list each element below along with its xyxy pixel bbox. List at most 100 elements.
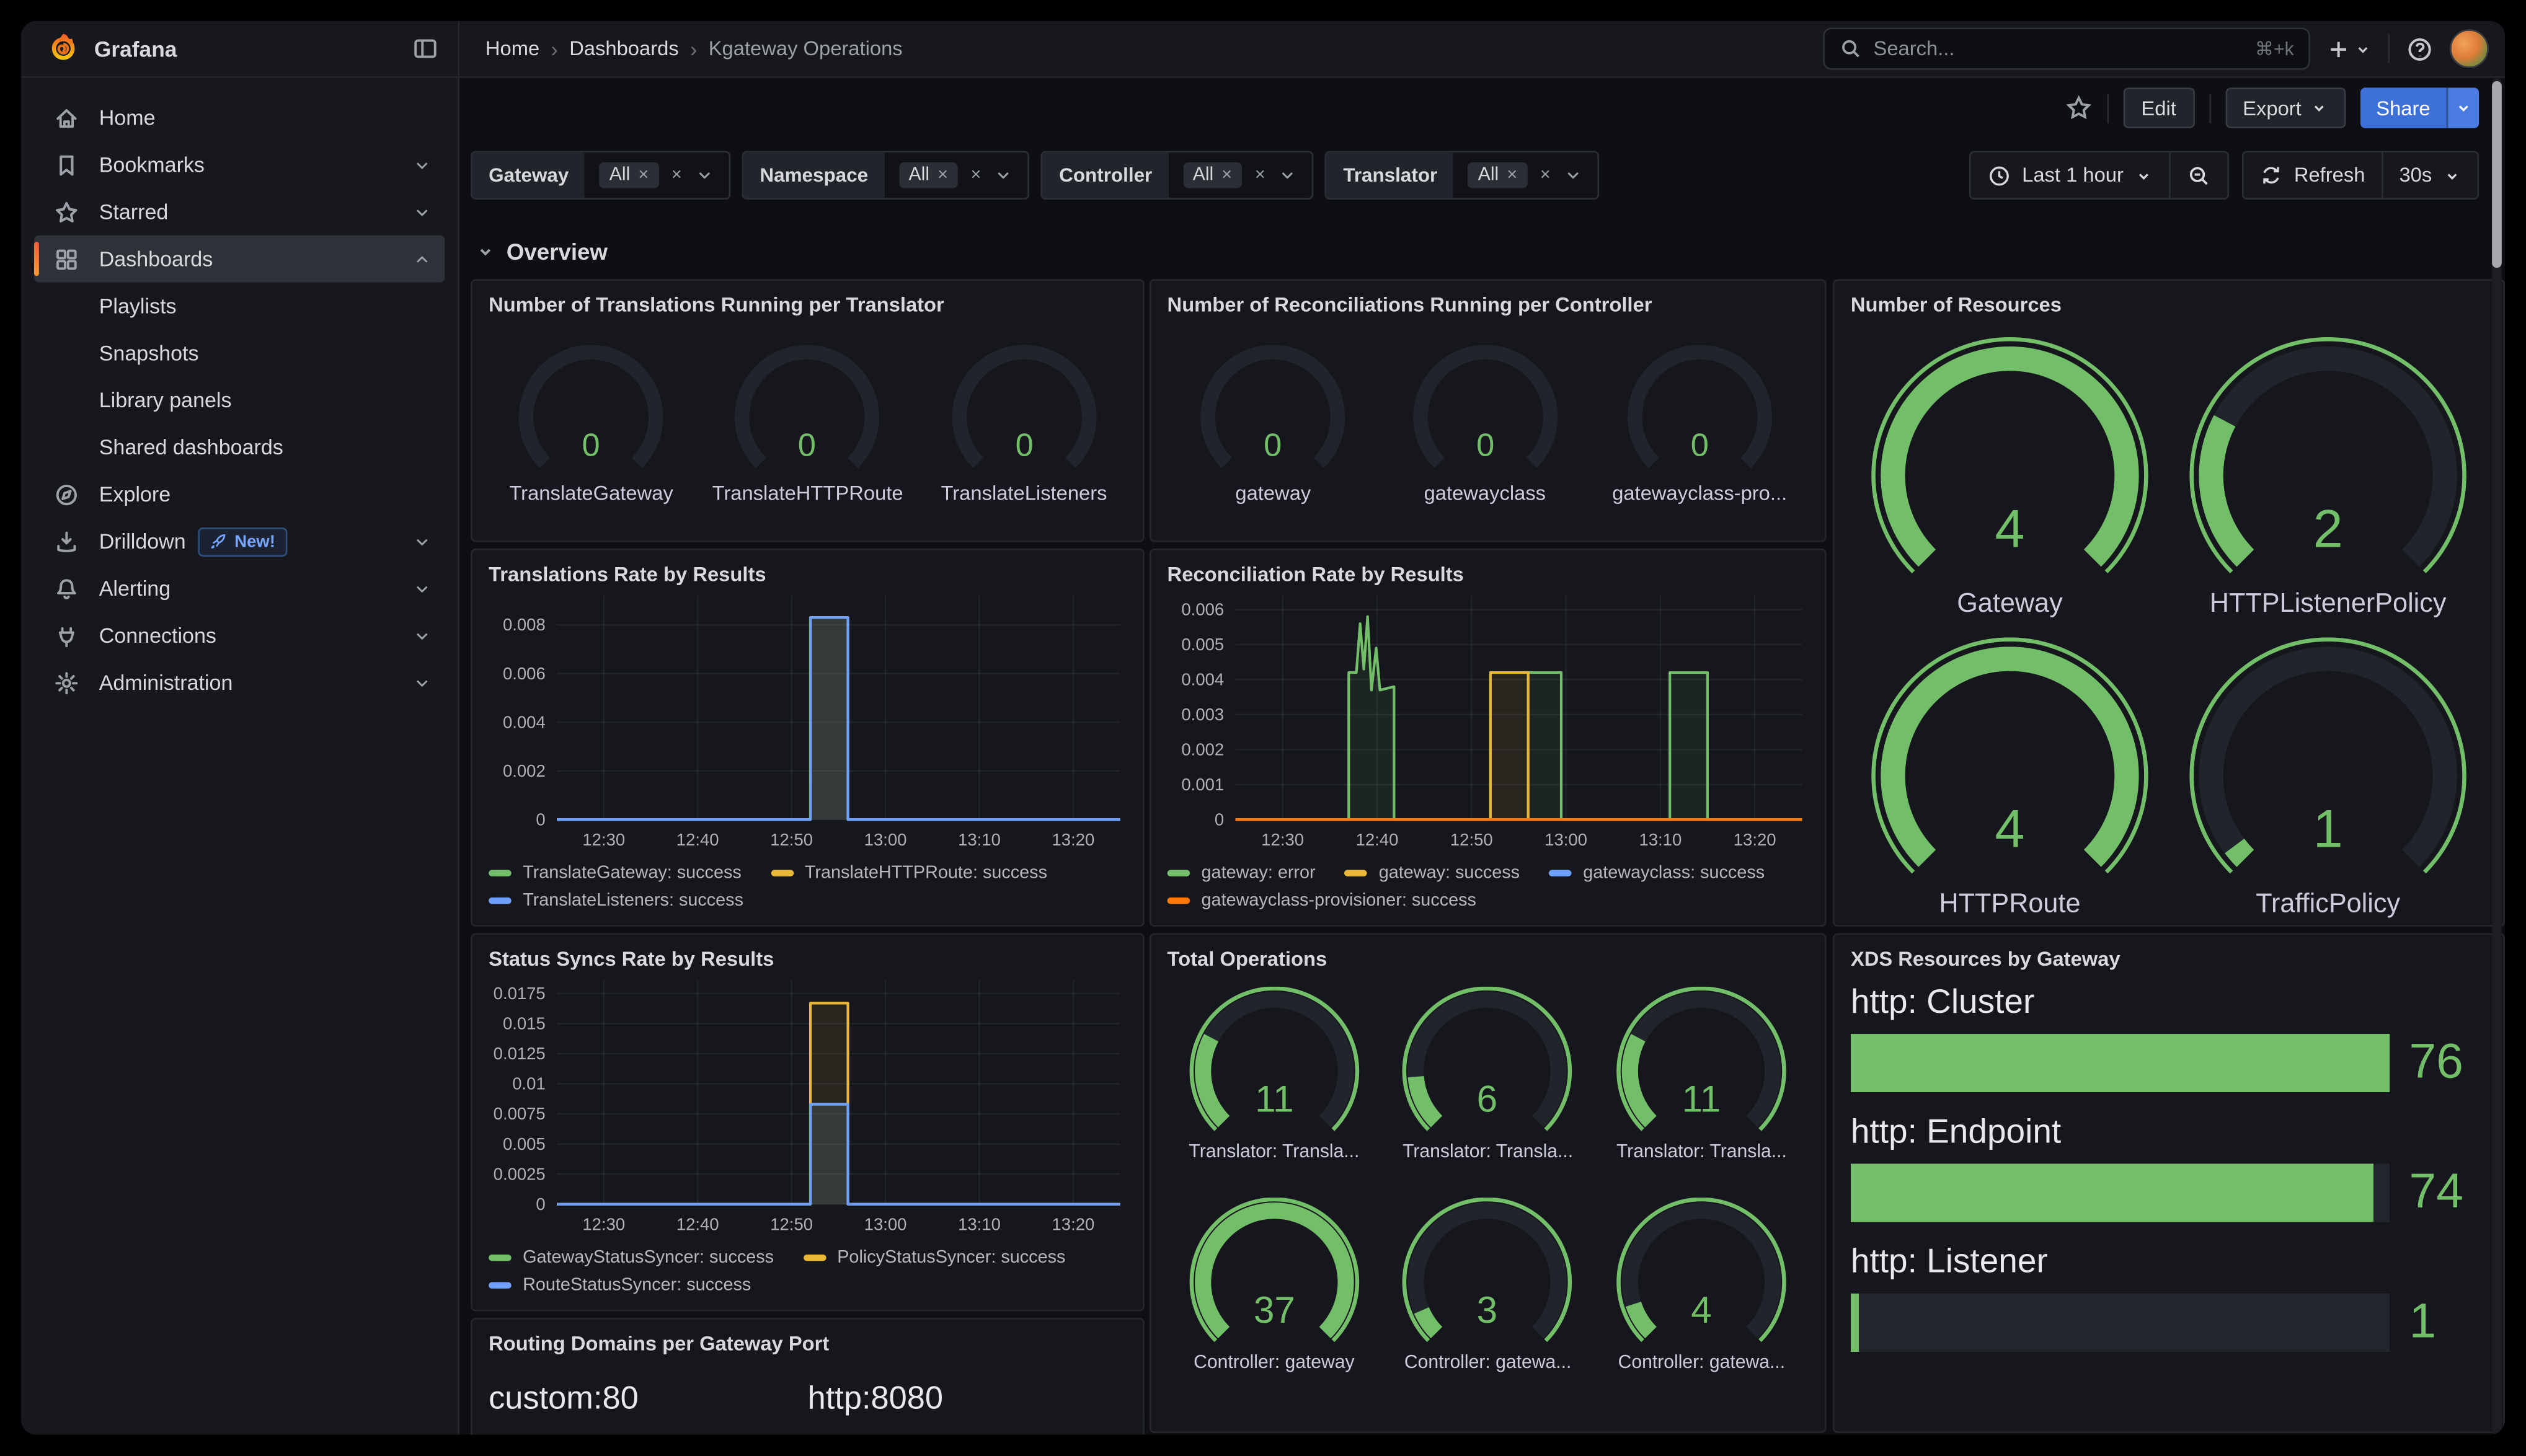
legend-item-translategateway-success[interactable]: TranslateGateway: success: [489, 863, 742, 883]
bar-track: [1851, 1034, 2390, 1092]
gear-icon: [53, 669, 79, 695]
sidebar-item-home[interactable]: Home: [34, 94, 445, 141]
sidebar-item-dashboards[interactable]: Dashboards: [34, 236, 445, 283]
legend-item-gatewayclass-provisioner-success[interactable]: gatewayclass-provisioner: success: [1168, 891, 1476, 910]
search-field[interactable]: [1874, 37, 2255, 60]
share-button[interactable]: Share: [2360, 87, 2447, 128]
panel-title[interactable]: Translations Rate by Results: [489, 563, 1127, 586]
sidebar-item-bookmarks[interactable]: Bookmarks: [34, 141, 445, 188]
gauge-translator-transla: 11Translator: Transla...: [1611, 987, 1793, 1162]
bookmark-icon: [53, 152, 79, 178]
time-range-picker[interactable]: Last 1 hour: [1970, 152, 2169, 198]
edit-button[interactable]: Edit: [2124, 87, 2194, 128]
legend-item-gatewaystatussyncer-success[interactable]: GatewayStatusSyncer: success: [489, 1248, 774, 1267]
gauge-arc: 11: [1183, 987, 1365, 1139]
sidebar-item-starred[interactable]: Starred: [34, 188, 445, 236]
legend-item-translatelisteners-success[interactable]: TranslateListeners: success: [489, 891, 743, 910]
svg-text:0: 0: [536, 1194, 545, 1214]
svg-text:13:20: 13:20: [1052, 830, 1095, 849]
svg-text:12:50: 12:50: [770, 1215, 813, 1234]
sidebar-item-label: Connections: [99, 623, 216, 647]
sidebar-item-explore[interactable]: Explore: [34, 470, 445, 518]
filter-selected-tag[interactable]: All×: [1183, 162, 1242, 188]
filter-selected-tag[interactable]: All×: [899, 162, 958, 188]
filter-selected-tag[interactable]: All×: [1468, 162, 1527, 188]
clear-filter-icon[interactable]: ×: [971, 165, 982, 185]
legend-item-gateway-success[interactable]: gateway: success: [1345, 863, 1520, 883]
legend-item-routestatussyncer-success[interactable]: RouteStatusSyncer: success: [489, 1276, 751, 1295]
scrollbar-thumb[interactable]: [2492, 81, 2502, 268]
breadcrumb-item-kgateway-operations[interactable]: Kgateway Operations: [709, 37, 903, 60]
panel-reconciliation-rate: Reconciliation Rate by Results 00.0010.0…: [1150, 549, 1827, 927]
filter-namespace[interactable]: Namespace All× ×: [742, 151, 1030, 200]
gauge-arc: 4: [1861, 636, 2160, 883]
filter-selected-tag[interactable]: All×: [600, 162, 658, 188]
panel-title[interactable]: Total Operations: [1168, 948, 1809, 971]
gauge-value: 6: [1478, 1078, 1499, 1120]
panel-total-operations: Total Operations 11Translator: Transla..…: [1150, 933, 1827, 1433]
share-caret[interactable]: [2447, 87, 2479, 128]
filter-value: All× ×: [884, 152, 1028, 198]
home-icon: [53, 105, 79, 131]
add-new-button[interactable]: [2326, 37, 2372, 61]
nav-actions: ⌘+k: [1823, 28, 2505, 70]
chart-legend: gateway: error gateway: success gatewaycla…: [1168, 863, 1809, 911]
gauge-arc: 4: [1861, 336, 2160, 583]
sidebar-item-alerting[interactable]: Alerting: [34, 565, 445, 612]
user-avatar[interactable]: [2450, 29, 2489, 68]
remove-tag-icon[interactable]: ×: [1221, 165, 1232, 185]
sidebar-item-drilldown[interactable]: DrilldownNew!: [34, 518, 445, 565]
chevron-down-icon: [994, 165, 1013, 185]
export-button[interactable]: Export: [2225, 87, 2345, 128]
clear-filter-icon[interactable]: ×: [671, 165, 682, 185]
refresh-button[interactable]: Refresh: [2244, 152, 2382, 198]
svg-text:0.0025: 0.0025: [494, 1164, 546, 1183]
bell-icon: [53, 575, 79, 601]
compass-icon: [53, 481, 79, 507]
stat-value: http:8080: [808, 1381, 1127, 1418]
filter-controller[interactable]: Controller All× ×: [1041, 151, 1314, 200]
breadcrumb-item-home[interactable]: Home: [485, 37, 539, 60]
panel-title[interactable]: XDS Resources by Gateway: [1851, 948, 2487, 971]
clear-filter-icon[interactable]: ×: [1540, 165, 1551, 185]
panel-title[interactable]: Status Syncs Rate by Results: [489, 948, 1127, 971]
sidebar-item-snapshots[interactable]: Snapshots: [34, 330, 445, 377]
remove-tag-icon[interactable]: ×: [1507, 165, 1517, 185]
panel-title[interactable]: Number of Resources: [1851, 294, 2487, 317]
gauge-value: 11: [1255, 1078, 1294, 1120]
remove-tag-icon[interactable]: ×: [638, 165, 649, 185]
breadcrumb-separator-icon: ›: [551, 37, 558, 61]
legend-item-translatehttproute-success[interactable]: TranslateHTTPRoute: success: [771, 863, 1047, 883]
filter-translator[interactable]: Translator All× ×: [1326, 151, 1600, 200]
dock-sidebar-icon[interactable]: [412, 36, 438, 62]
panel-title[interactable]: Routing Domains per Gateway Port: [489, 1333, 1127, 1356]
panel-title[interactable]: Number of Translations Running per Trans…: [489, 294, 1127, 317]
filter-gateway[interactable]: Gateway All× ×: [471, 151, 730, 200]
legend-item-gatewayclass-success[interactable]: gatewayclass: success: [1549, 863, 1765, 883]
sidebar-item-library-panels[interactable]: Library panels: [34, 376, 445, 423]
legend-swatch: [771, 870, 794, 876]
zoom-out-button[interactable]: [2169, 152, 2227, 198]
sidebar-item-administration[interactable]: Administration: [34, 659, 445, 706]
sidebar-item-shared-dashboards[interactable]: Shared dashboards: [34, 423, 445, 470]
favorite-star-icon[interactable]: [2065, 94, 2093, 122]
legend-item-policystatussyncer-success[interactable]: PolicyStatusSyncer: success: [803, 1248, 1065, 1267]
svg-text:0: 0: [1215, 810, 1224, 829]
remove-tag-icon[interactable]: ×: [937, 165, 948, 185]
clear-filter-icon[interactable]: ×: [1255, 165, 1265, 185]
grafana-logo[interactable]: [47, 32, 79, 64]
search-input[interactable]: ⌘+k: [1823, 28, 2310, 70]
legend-item-gateway-error[interactable]: gateway: error: [1168, 863, 1316, 883]
row-overview-toggle[interactable]: Overview: [476, 239, 608, 265]
sidebar-item-label: Alerting: [99, 576, 171, 600]
help-icon[interactable]: [2406, 35, 2434, 63]
gauge-translategateway: 0TranslateGateway: [507, 342, 675, 505]
panel-title[interactable]: Number of Reconciliations Running per Co…: [1168, 294, 1809, 317]
refresh-interval-select[interactable]: 30s: [2382, 152, 2478, 198]
gauge-value: 0: [1691, 428, 1709, 464]
sidebar-item-connections[interactable]: Connections: [34, 612, 445, 659]
breadcrumb-item-dashboards[interactable]: Dashboards: [569, 37, 678, 60]
sidebar-item-playlists[interactable]: Playlists: [34, 283, 445, 330]
panel-title[interactable]: Reconciliation Rate by Results: [1168, 563, 1809, 586]
svg-text:12:50: 12:50: [770, 830, 813, 849]
